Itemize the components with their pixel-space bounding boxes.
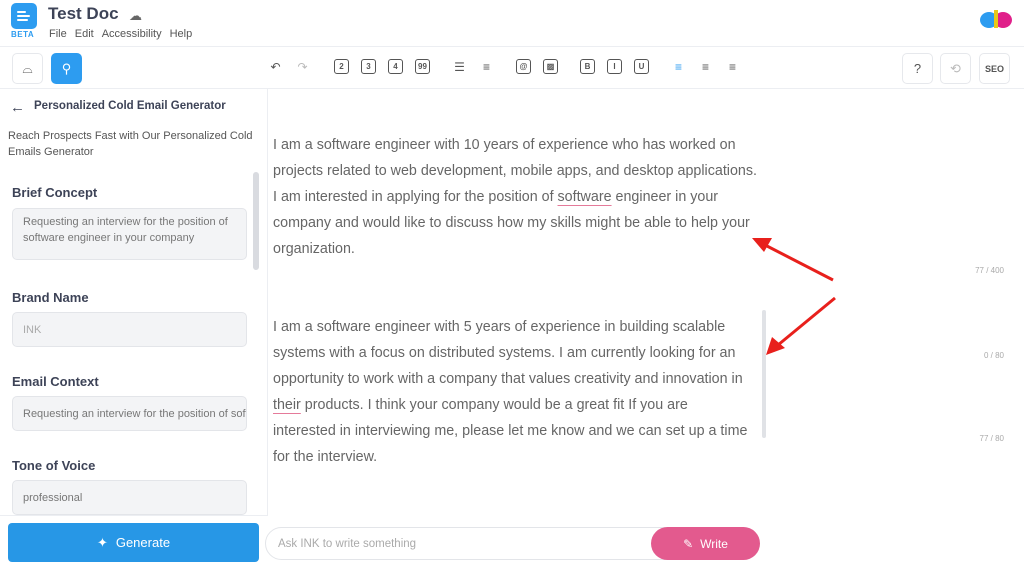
annotation-arrow: [777, 296, 836, 347]
annotation-arrow: [764, 243, 834, 282]
annotation-arrowhead: [752, 238, 772, 252]
annotation-arrows: [752, 238, 836, 355]
